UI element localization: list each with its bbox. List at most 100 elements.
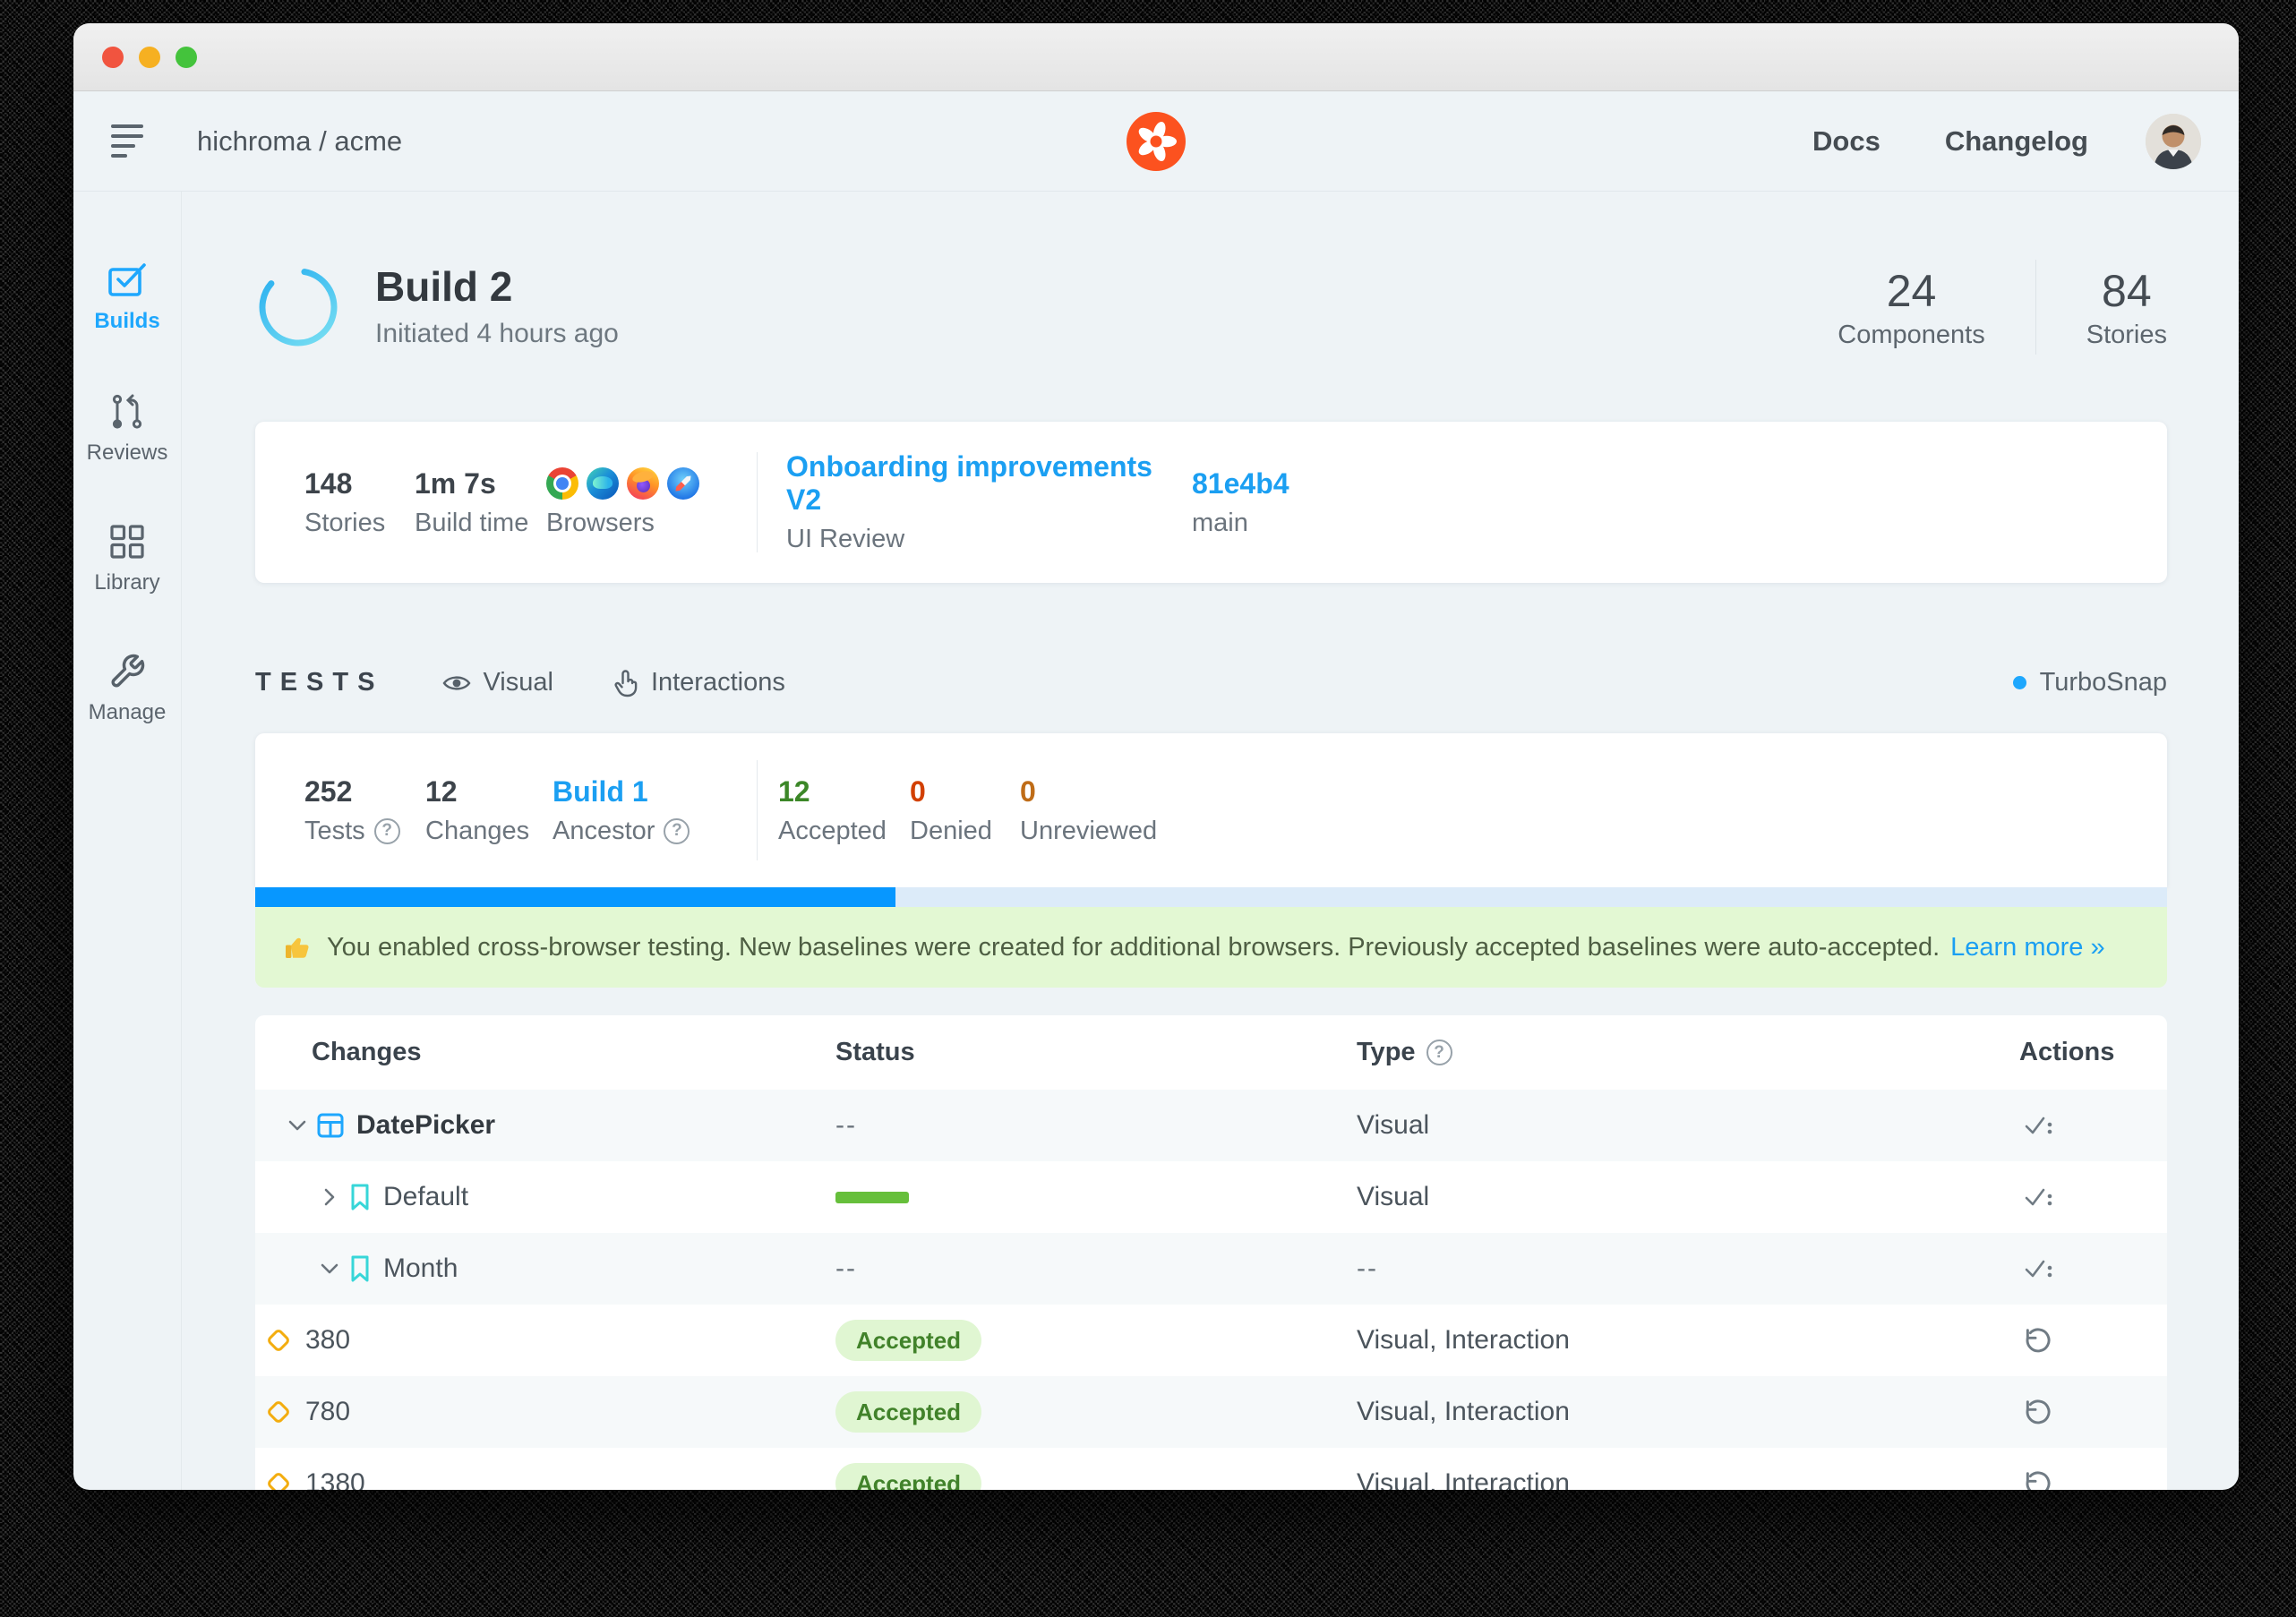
changes-label: Changes <box>425 817 553 846</box>
commit-branch: main <box>1192 509 1289 538</box>
chevron-down-icon[interactable] <box>287 1119 308 1132</box>
thumbs-up-icon <box>282 932 313 962</box>
build-header: Build 2 Initiated 4 hours ago 24 Compone… <box>255 260 2167 355</box>
sidebar-item-builds[interactable]: Builds <box>94 261 159 334</box>
snapshot-diamond-icon <box>264 1469 293 1490</box>
table-row-snapshot[interactable]: 1380 Accepted Visual, Interaction <box>255 1448 2167 1490</box>
table-row-snapshot[interactable]: 380 Accepted Visual, Interaction <box>255 1305 2167 1376</box>
unaccept-undo-button[interactable] <box>2019 1466 2055 1490</box>
unreviewed-count: 0 <box>1020 775 1157 808</box>
row-label: 1380 <box>305 1468 365 1490</box>
avatar-photo <box>2146 114 2201 169</box>
project-breadcrumb[interactable]: hichroma / acme <box>197 125 402 158</box>
eye-icon <box>442 673 471 693</box>
table-row-snapshot[interactable]: 780 Accepted Visual, Interaction <box>255 1376 2167 1448</box>
build-progress-bar <box>255 887 2167 907</box>
zoom-window-button[interactable] <box>176 47 197 68</box>
status-empty: -- <box>835 1253 857 1284</box>
branch-subtitle: UI Review <box>786 525 1192 554</box>
sidebar-item-manage[interactable]: Manage <box>89 653 167 725</box>
tests-heading: TESTS <box>255 668 383 697</box>
denied-label: Denied <box>910 817 1020 846</box>
table-row-story[interactable]: Month -- -- <box>255 1233 2167 1305</box>
turbosnap-dot-icon <box>2013 676 2026 689</box>
turbosnap-indicator[interactable]: TurboSnap <box>2013 668 2167 697</box>
divider <box>757 452 758 552</box>
builds-check-icon <box>107 261 148 299</box>
build-summary-card: 148 Stories 1m 7s Build time Browsers <box>255 422 2167 583</box>
accept-all-button[interactable] <box>2019 1252 2059 1286</box>
column-header-status: Status <box>828 1038 1357 1067</box>
build-progress-fill <box>255 887 895 907</box>
column-header-type: Type <box>1357 1038 1416 1067</box>
ancestor-build-link[interactable]: Build 1 <box>553 775 648 808</box>
changelog-link[interactable]: Changelog <box>1945 125 2088 158</box>
row-type: Visual, Interaction <box>1357 1325 1570 1356</box>
commit-link[interactable]: 81e4b4 <box>1192 467 1289 500</box>
close-window-button[interactable] <box>102 47 124 68</box>
changes-table: Changes Status Type? Actions <box>255 1015 2167 1490</box>
chromatic-logo-icon[interactable] <box>1127 112 1186 171</box>
table-row-component[interactable]: DatePicker -- Visual <box>255 1090 2167 1161</box>
minimize-window-button[interactable] <box>139 47 160 68</box>
visual-filter-label: Visual <box>483 668 553 697</box>
sidebar-item-label: Library <box>94 570 159 595</box>
accept-all-button[interactable] <box>2019 1180 2059 1214</box>
in-progress-bar <box>835 1192 909 1203</box>
menu-icon[interactable] <box>111 124 143 158</box>
row-type: Visual, Interaction <box>1357 1397 1570 1427</box>
sidebar-item-label: Builds <box>94 309 159 334</box>
edge-icon <box>587 467 619 500</box>
row-label: DatePicker <box>356 1110 495 1141</box>
browser-icons <box>546 466 757 500</box>
status-badge: Accepted <box>835 1463 981 1490</box>
chevron-down-icon[interactable] <box>319 1262 340 1275</box>
column-header-changes: Changes <box>255 1038 828 1067</box>
banner-message: You enabled cross-browser testing. New b… <box>327 933 1940 962</box>
visual-filter-toggle[interactable]: Visual <box>442 668 553 697</box>
row-label: 780 <box>305 1397 350 1427</box>
macos-titlebar <box>73 23 2239 91</box>
banner-learn-more-link[interactable]: Learn more » <box>1950 933 2105 962</box>
build-time-value: 1m 7s <box>415 467 546 500</box>
cross-browser-banner: You enabled cross-browser testing. New b… <box>255 907 2167 988</box>
ancestor-help-icon[interactable]: ? <box>664 818 690 844</box>
unaccept-undo-button[interactable] <box>2019 1394 2055 1430</box>
tests-summary-card: 252 Tests? 12 Changes Build 1 Ancestor? … <box>255 733 2167 887</box>
summary-stories-value: 148 <box>304 467 415 500</box>
firefox-icon <box>627 467 659 500</box>
tests-help-icon[interactable]: ? <box>374 818 400 844</box>
docs-link[interactable]: Docs <box>1812 125 1880 158</box>
sidebar-item-library[interactable]: Library <box>94 523 159 595</box>
sidebar-item-label: Reviews <box>87 441 168 466</box>
build-progress-spinner <box>255 264 341 350</box>
header-nav: Docs Changelog <box>1748 114 2201 169</box>
sidebar-item-reviews[interactable]: Reviews <box>87 391 168 466</box>
user-avatar[interactable] <box>2146 114 2201 169</box>
pinwheel-glyph <box>1135 121 1177 162</box>
type-help-icon[interactable]: ? <box>1426 1040 1452 1065</box>
accepted-count: 12 <box>778 775 910 808</box>
wrench-icon <box>108 653 146 690</box>
unaccept-undo-button[interactable] <box>2019 1322 2055 1358</box>
branch-link[interactable]: Onboarding improvements V2 <box>786 450 1192 517</box>
interactions-filter-toggle[interactable]: Interactions <box>613 668 785 697</box>
row-label: 380 <box>305 1325 350 1356</box>
divider <box>2035 260 2036 355</box>
status-badge: Accepted <box>835 1320 981 1361</box>
app-header: hichroma / acme Docs Changelog <box>73 91 2239 192</box>
row-label: Default <box>383 1182 468 1212</box>
row-type: -- <box>1357 1253 1378 1284</box>
sidebar-item-label: Manage <box>89 700 167 725</box>
chevron-right-icon[interactable] <box>319 1187 340 1207</box>
browsers-label: Browsers <box>546 509 757 538</box>
table-row-story[interactable]: Default Visual <box>255 1161 2167 1233</box>
ancestor-label: Ancestor <box>553 817 655 846</box>
status-empty: -- <box>835 1110 857 1141</box>
tests-count-label: Tests <box>304 817 365 846</box>
pointer-hand-icon <box>613 669 639 697</box>
accept-all-button[interactable] <box>2019 1108 2059 1142</box>
components-count: 24 <box>1838 265 1984 317</box>
sidebar: Builds Reviews <box>73 192 182 1490</box>
build-subtitle: Initiated 4 hours ago <box>375 319 619 349</box>
